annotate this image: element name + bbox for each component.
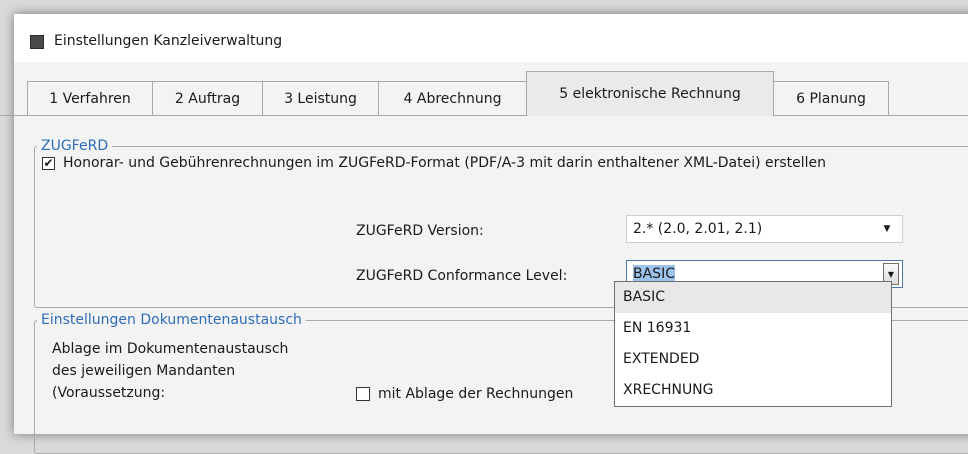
chevron-down-icon: ▼ [887,269,895,279]
description-line-1: Ablage im Dokumentenaustausch [52,341,289,357]
tab-leistung[interactable]: 3 Leistung [262,81,379,115]
zugferd-version-label: ZUGFeRD Version: [356,223,484,239]
option-extended[interactable]: EXTENDED [615,344,891,375]
zugferd-legend: ZUGFeRD [41,138,109,154]
tab-elektronische-rechnung[interactable]: 5 elektronische Rechnung [526,71,774,116]
option-xrechnung[interactable]: XRECHNUNG [615,375,891,406]
zugferd-version-select[interactable]: 2.* (2.0, 2.01, 2.1) ▼ [626,215,903,243]
conformance-dropdown-list: BASIC EN 16931 EXTENDED XRECHNUNG [614,281,892,407]
tab-divider [0,115,968,116]
ablage-checkbox[interactable] [356,387,370,401]
window-title: Einstellungen Kanzleiverwaltung [54,33,283,49]
tab-verfahren[interactable]: 1 Verfahren [27,81,153,115]
tab-abrechnung[interactable]: 4 Abrechnung [378,81,527,115]
ablage-checkbox-label: mit Ablage der Rechnungen [378,386,574,402]
option-en-16931[interactable]: EN 16931 [615,313,891,344]
zugferd-version-value: 2.* (2.0, 2.01, 2.1) [633,221,763,237]
zugferd-checkbox[interactable]: ✔ [42,156,55,170]
window-icon [30,35,44,49]
dokumentenaustausch-legend: Einstellungen Dokumentenaustausch [41,312,302,328]
zugferd-conformance-label: ZUGFeRD Conformance Level: [356,268,568,284]
ablage-checkbox-row[interactable]: mit Ablage der Rechnungen [356,386,573,402]
dokumentenaustausch-description: Ablage im Dokumentenaustausch des jeweil… [52,338,288,404]
title-bar: Einstellungen Kanzleiverwaltung [14,14,968,62]
tab-auftrag[interactable]: 2 Auftrag [152,81,263,115]
zugferd-checkbox-label: Honorar- und Gebührenrechnungen im ZUGFe… [63,155,827,171]
chevron-down-icon: ▼ [883,224,891,234]
zugferd-checkbox-row[interactable]: ✔ Honorar- und Gebührenrechnungen im ZUG… [42,155,826,171]
tab-planung[interactable]: 6 Planung [773,81,889,115]
description-line-2: des jeweiligen Mandanten [52,363,236,379]
option-basic[interactable]: BASIC [615,282,891,313]
description-line-3: (Voraussetzung: [52,385,166,401]
